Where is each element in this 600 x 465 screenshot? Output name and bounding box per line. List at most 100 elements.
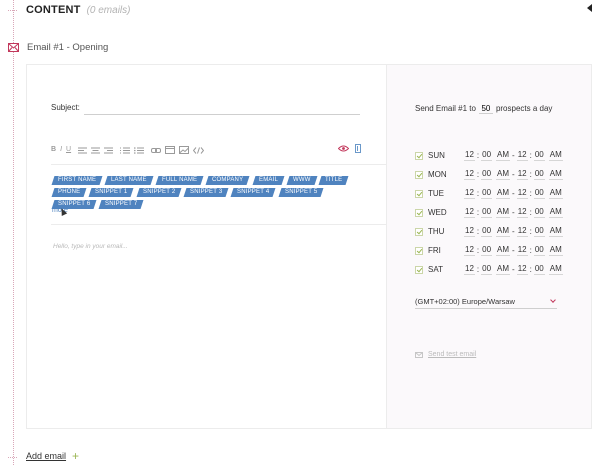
from-hour-input[interactable]: 12: [464, 150, 475, 161]
range-separator: -: [512, 189, 515, 198]
to-ampm-input[interactable]: AM: [548, 264, 563, 275]
plus-icon[interactable]: +: [72, 450, 79, 462]
collapse-arrow-icon[interactable]: [587, 4, 592, 12]
to-ampm-input[interactable]: AM: [548, 150, 563, 161]
video-icon[interactable]: [165, 146, 176, 154]
day-row-mon: MON 12:00 AM -12:00 AM: [415, 165, 565, 184]
from-ampm-input[interactable]: AM: [496, 188, 511, 199]
from-ampm-input[interactable]: AM: [496, 245, 511, 256]
merge-tag[interactable]: LAST NAME: [104, 176, 154, 185]
merge-tag[interactable]: EMAIL: [252, 176, 284, 185]
from-hour-input[interactable]: 12: [464, 169, 475, 180]
merge-tag[interactable]: FULL NAME: [155, 176, 204, 185]
merge-tag-label: LAST NAME: [111, 177, 147, 183]
to-hour-input[interactable]: 12: [516, 245, 528, 256]
merge-tag[interactable]: WWW: [286, 176, 317, 185]
align-right-icon[interactable]: [104, 147, 114, 154]
to-minute-input[interactable]: 00: [533, 245, 545, 256]
from-minute-input[interactable]: 00: [481, 207, 493, 218]
formatting-toolbar: B I U: [51, 144, 361, 156]
timezone-select[interactable]: (GMT+02:00) Europe/Warsaw: [415, 295, 557, 309]
ordered-list-icon[interactable]: [120, 147, 131, 154]
to-minute-input[interactable]: 00: [533, 169, 545, 180]
to-minute-input[interactable]: 00: [533, 207, 545, 218]
from-minute-input[interactable]: 00: [481, 188, 493, 199]
day-checkbox[interactable]: [415, 208, 423, 217]
day-checkbox[interactable]: [415, 265, 423, 274]
from-hour-input[interactable]: 12: [464, 188, 475, 199]
code-icon[interactable]: [193, 146, 205, 154]
from-ampm-input[interactable]: AM: [496, 150, 511, 161]
merge-tag-label: WWW: [292, 177, 311, 183]
merge-tag[interactable]: FIRST NAME: [51, 176, 103, 185]
to-hour-input[interactable]: 12: [516, 169, 528, 180]
eye-icon[interactable]: [338, 145, 349, 152]
subject-input[interactable]: [84, 101, 360, 115]
day-checkbox[interactable]: [415, 246, 423, 255]
merge-tag[interactable]: SNIPPET 3: [183, 188, 229, 197]
from-minute-input[interactable]: 00: [481, 169, 493, 180]
align-center-icon[interactable]: [91, 147, 101, 154]
add-email-row[interactable]: Add email +: [26, 450, 79, 462]
bold-button[interactable]: B: [51, 145, 56, 155]
from-hour-input[interactable]: 12: [464, 264, 475, 275]
to-hour-input[interactable]: 12: [516, 264, 528, 275]
toolbar-divider: [51, 164, 387, 165]
to-minute-input[interactable]: 00: [533, 226, 545, 237]
image-icon[interactable]: [179, 146, 190, 154]
email-body-placeholder[interactable]: Hello, type in your email...: [53, 243, 128, 250]
merge-tag[interactable]: COMPANY: [205, 176, 250, 185]
to-ampm-input[interactable]: AM: [548, 226, 563, 237]
timeline-line: [13, 0, 14, 465]
to-ampm-input[interactable]: AM: [548, 245, 563, 256]
from-ampm-input[interactable]: AM: [496, 264, 511, 275]
day-checkbox[interactable]: [415, 170, 423, 179]
to-minute-input[interactable]: 00: [533, 264, 545, 275]
merge-tag[interactable]: PHONE: [51, 188, 87, 197]
to-ampm-input[interactable]: AM: [548, 169, 563, 180]
italic-button[interactable]: I: [60, 145, 62, 155]
day-name: FRI: [428, 246, 441, 255]
merge-tag[interactable]: SNIPPET 2: [136, 188, 182, 197]
to-hour-input[interactable]: 12: [516, 150, 528, 161]
time-separator: :: [476, 170, 480, 179]
to-hour-input[interactable]: 12: [516, 226, 528, 237]
side-view-icon[interactable]: [355, 144, 361, 153]
from-minute-input[interactable]: 00: [481, 245, 493, 256]
to-minute-input[interactable]: 00: [533, 150, 545, 161]
from-ampm-input[interactable]: AM: [496, 226, 511, 237]
merge-tag[interactable]: SNIPPET 1: [88, 188, 135, 197]
day-checkbox[interactable]: [415, 189, 423, 198]
merge-tag[interactable]: SNIPPET 5: [278, 188, 324, 197]
time-separator: :: [476, 208, 480, 217]
daily-limit-input[interactable]: [478, 103, 493, 114]
link-icon[interactable]: [151, 147, 162, 154]
to-minute-input[interactable]: 00: [533, 188, 545, 199]
from-hour-input[interactable]: 12: [464, 245, 475, 256]
send-test-email-link[interactable]: Send test email: [415, 351, 476, 358]
to-ampm-input[interactable]: AM: [548, 188, 563, 199]
time-separator: :: [476, 151, 480, 160]
underline-button[interactable]: U: [66, 145, 71, 155]
merge-tag-label: SNIPPET 5: [284, 189, 318, 195]
merge-tag[interactable]: SNIPPET 7: [98, 200, 145, 209]
bullet-list-icon[interactable]: [134, 146, 145, 154]
merge-tag-label: TITLE: [325, 177, 343, 183]
from-hour-input[interactable]: 12: [464, 226, 475, 237]
to-hour-input[interactable]: 12: [516, 207, 528, 218]
merge-tag[interactable]: SNIPPET 4: [231, 188, 277, 197]
add-email-link[interactable]: Add email: [26, 451, 66, 461]
from-minute-input[interactable]: 00: [481, 226, 493, 237]
from-ampm-input[interactable]: AM: [496, 207, 511, 218]
to-ampm-input[interactable]: AM: [548, 207, 563, 218]
email-item[interactable]: Email #1 - Opening: [8, 40, 108, 54]
to-hour-input[interactable]: 12: [516, 188, 528, 199]
from-ampm-input[interactable]: AM: [496, 169, 511, 180]
merge-tag[interactable]: TITLE: [318, 176, 349, 185]
from-minute-input[interactable]: 00: [481, 150, 493, 161]
from-minute-input[interactable]: 00: [481, 264, 493, 275]
day-checkbox[interactable]: [415, 151, 423, 160]
from-hour-input[interactable]: 12: [464, 207, 475, 218]
align-left-icon[interactable]: [78, 147, 88, 154]
day-checkbox[interactable]: [415, 227, 423, 236]
